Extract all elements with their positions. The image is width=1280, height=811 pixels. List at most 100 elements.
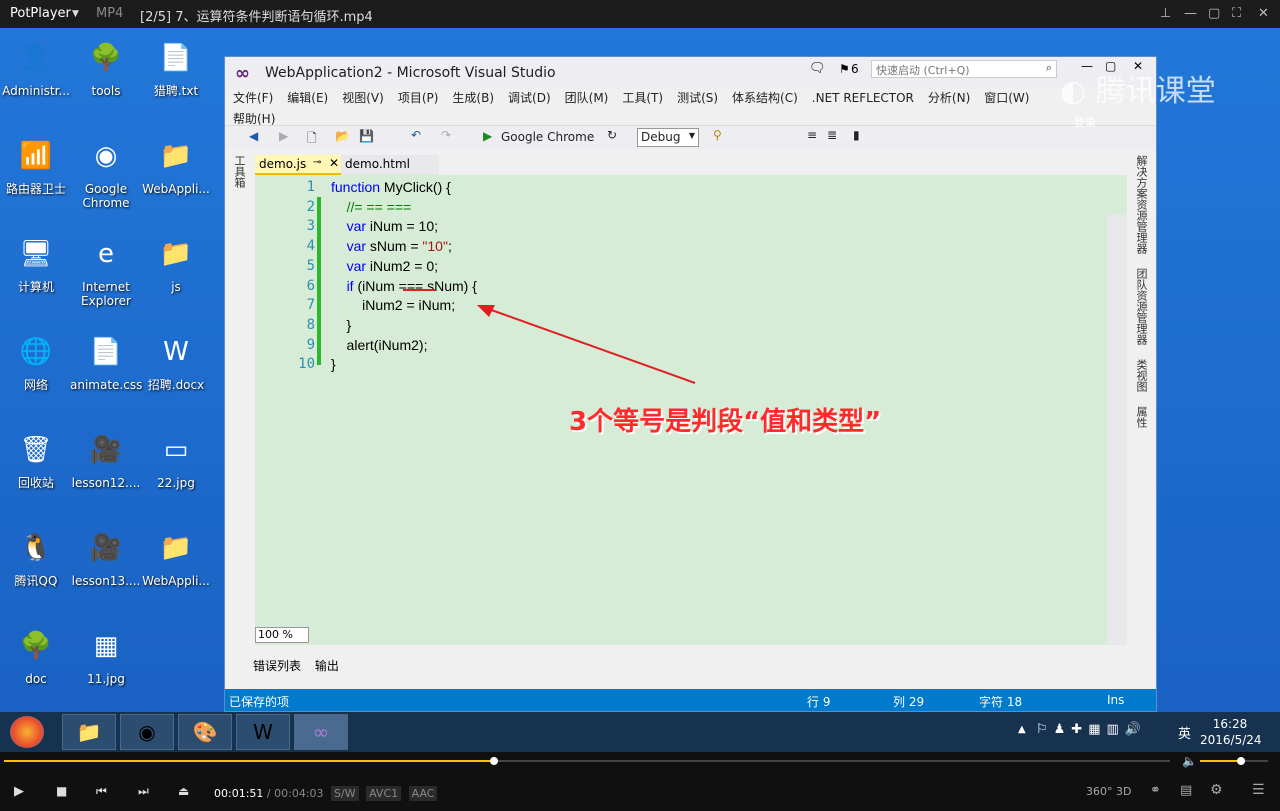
menu-item[interactable]: 视图(V) xyxy=(342,91,384,105)
side-panel-tab[interactable]: 团队资源管理器 xyxy=(1133,268,1149,345)
login-label[interactable]: 登录 xyxy=(1074,114,1096,130)
new-project-icon[interactable]: 🗋 xyxy=(307,129,317,150)
menu-item[interactable]: 体系结构(C) xyxy=(732,91,798,105)
comment-icon[interactable]: ≣ xyxy=(827,128,837,142)
menu-item[interactable]: 调试(D) xyxy=(508,91,551,105)
tray-icons[interactable]: ⚐♟✚▦▥🔊 xyxy=(1036,722,1147,737)
menu-item-help[interactable]: 帮助(H) xyxy=(233,112,275,126)
forward-icon[interactable]: ▶ xyxy=(279,129,288,143)
tab-output[interactable]: 输出 xyxy=(315,659,339,673)
find-icon[interactable]: ⚲ xyxy=(713,128,722,142)
close-icon[interactable]: ✕ xyxy=(1258,6,1269,21)
menu-item[interactable]: 文件(F) xyxy=(233,91,273,105)
desktop-icon[interactable]: 📶 路由器卫士 xyxy=(0,134,72,196)
settings-gear-icon[interactable]: ⚙ xyxy=(1210,782,1223,798)
vr-360-button[interactable]: 360° xyxy=(1086,785,1113,798)
clock[interactable]: 16:28 2016/5/24 xyxy=(1200,716,1262,748)
stop-icon[interactable]: ■ xyxy=(56,784,67,798)
tab-close-icon[interactable]: ✕ xyxy=(329,156,339,170)
tray-expand-icon[interactable]: ▲ xyxy=(1018,724,1026,735)
capture-icon[interactable]: ⚭ xyxy=(1150,783,1161,798)
menu-item[interactable]: 分析(N) xyxy=(928,91,970,105)
volume-bar[interactable] xyxy=(1200,757,1268,765)
volume-icon[interactable]: 🔈 xyxy=(1182,754,1197,768)
volume-knob[interactable] xyxy=(1236,757,1245,765)
editor-scrollbar[interactable] xyxy=(1107,215,1127,645)
desktop-icon[interactable]: 📁 WebAppli... xyxy=(140,526,212,588)
chrome-task-icon[interactable]: ◉ xyxy=(120,714,174,750)
notification-flag-icon[interactable]: ⚑ xyxy=(839,62,850,76)
menu-item[interactable]: 工具(T) xyxy=(622,91,663,105)
side-panel-tab[interactable]: 类视图 xyxy=(1133,359,1149,392)
tab-demo-html[interactable]: demo.html xyxy=(341,155,439,175)
code-editor[interactable]: 1 function MyClick() {2 //= == === 3 var i… xyxy=(255,175,1127,645)
desktop-icon[interactable]: 👤 Administr... xyxy=(0,36,72,98)
undo-icon[interactable]: ↶ xyxy=(411,128,421,142)
desktop-icon[interactable]: 🌳 doc xyxy=(0,624,72,686)
open-icon[interactable]: 📂 xyxy=(335,129,350,143)
start-button-icon[interactable] xyxy=(10,716,44,748)
audio-codec-badge[interactable]: AAC xyxy=(408,786,438,801)
desktop-icon[interactable]: 🐧 腾讯QQ xyxy=(0,526,72,588)
menu-item[interactable]: 编辑(E) xyxy=(287,91,328,105)
redo-icon[interactable]: ↷ xyxy=(441,128,451,142)
desktop-icon[interactable]: ▦ 11.jpg xyxy=(70,624,142,686)
bookmark-icon[interactable]: ▮ xyxy=(853,128,860,142)
playlist-icon[interactable]: ▤ xyxy=(1180,783,1192,798)
desktop-icon[interactable]: 🌳 tools xyxy=(70,36,142,98)
chevron-down-icon[interactable]: ▼ xyxy=(72,9,79,19)
fullscreen-icon[interactable]: ⛶ xyxy=(1232,6,1241,21)
menu-item[interactable]: 项目(P) xyxy=(398,91,439,105)
desktop-icon[interactable]: 📁 js xyxy=(140,232,212,294)
sw-badge[interactable]: S/W xyxy=(331,786,359,801)
paint-task-icon[interactable]: 🎨 xyxy=(178,714,232,750)
desktop-icon[interactable]: 🎥 lesson13.... xyxy=(70,526,142,588)
menu-item[interactable]: 团队(M) xyxy=(565,91,609,105)
3d-button[interactable]: 3D xyxy=(1116,785,1131,798)
previous-icon[interactable]: ⏮ xyxy=(96,784,107,799)
indent-icon[interactable]: ≡ xyxy=(807,128,817,142)
desktop-icon[interactable]: ◉ Google Chrome xyxy=(70,134,142,210)
vs-task-icon[interactable]: ∞ xyxy=(294,714,348,750)
pin-icon[interactable]: ⊸ xyxy=(313,157,321,168)
player-app-name[interactable]: PotPlayer xyxy=(10,6,71,21)
quick-launch-input[interactable]: 快速启动 (Ctrl+Q) ⌕ xyxy=(871,60,1057,78)
toolbox-side-tab[interactable]: 工具箱 xyxy=(233,155,247,188)
video-codec-badge[interactable]: AVC1 xyxy=(366,786,402,801)
menu-item[interactable]: .NET REFLECTOR xyxy=(812,91,914,105)
ime-indicator[interactable]: 英 xyxy=(1178,723,1191,742)
explorer-task-icon[interactable]: 📁 xyxy=(62,714,116,750)
next-icon[interactable]: ⏭ xyxy=(138,784,149,799)
save-icon[interactable]: 💾 xyxy=(359,129,374,143)
tab-error-list[interactable]: 错误列表 xyxy=(253,659,301,673)
run-icon[interactable]: ▶ xyxy=(483,129,492,143)
notification-count[interactable]: 6 xyxy=(851,62,859,76)
refresh-icon[interactable]: ↻ xyxy=(607,128,617,142)
zoom-select[interactable]: 100 % xyxy=(255,627,309,643)
menu-item[interactable]: 窗口(W) xyxy=(984,91,1029,105)
desktop-icon[interactable]: ▭ 22.jpg xyxy=(140,428,212,490)
desktop-icon[interactable]: e Internet Explorer xyxy=(70,232,142,308)
maximize-icon[interactable]: ▢ xyxy=(1208,6,1220,21)
feedback-icon[interactable]: 🗨 xyxy=(809,61,826,76)
eject-icon[interactable]: ⏏ xyxy=(178,784,189,798)
config-select[interactable]: Debug ▼ xyxy=(637,128,699,147)
desktop-icon[interactable]: 🌐 网络 xyxy=(0,330,72,392)
side-panel-tab[interactable]: 属性 xyxy=(1133,406,1149,428)
back-icon[interactable]: ◀ xyxy=(249,129,258,143)
desktop-icon[interactable]: 📄 猎聘.txt xyxy=(140,36,212,98)
run-target[interactable]: Google Chrome xyxy=(501,130,594,144)
seek-bar[interactable] xyxy=(4,757,1170,765)
pin-icon[interactable]: ⊥ xyxy=(1160,6,1171,21)
seek-knob[interactable] xyxy=(489,757,498,765)
desktop-icon[interactable]: 📁 WebAppli... xyxy=(140,134,212,196)
desktop-icon[interactable]: 🎥 lesson12.... xyxy=(70,428,142,490)
menu-item[interactable]: 生成(B) xyxy=(452,91,494,105)
menu-icon[interactable]: ☰ xyxy=(1252,782,1265,798)
menu-item[interactable]: 测试(S) xyxy=(677,91,718,105)
tab-demo-js[interactable]: demo.js ⊸ ✕ xyxy=(255,155,341,175)
desktop-icon[interactable]: W 招聘.docx xyxy=(140,330,212,392)
play-icon[interactable]: ▶ xyxy=(14,784,24,799)
desktop-icon[interactable]: 🗑 回收站 xyxy=(0,428,72,490)
desktop-icon[interactable]: 🖥 计算机 xyxy=(0,232,72,294)
